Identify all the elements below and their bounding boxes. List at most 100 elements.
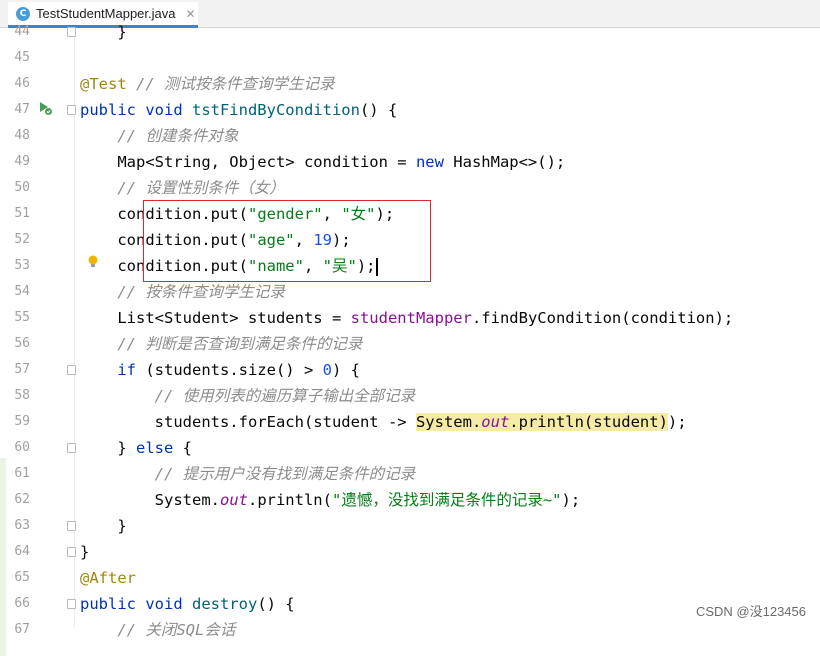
lightbulb-icon[interactable]	[88, 255, 98, 269]
code-token: }	[80, 439, 136, 457]
line-number: 50	[14, 180, 30, 195]
fold-marker-icon[interactable]	[67, 105, 76, 115]
code-token: 0	[322, 361, 332, 379]
code-token: public void	[80, 101, 192, 119]
run-test-icon[interactable]	[37, 100, 53, 116]
code-line[interactable]: 56 // 判断是否查询到满足条件的记录	[0, 331, 820, 357]
code-line[interactable]: 58 // 使用列表的遍历算子输出全部记录	[0, 383, 820, 409]
code-token: // 设置性别条件（女）	[80, 179, 285, 197]
code-line[interactable]: 47 public void tstFindByCondition() {	[0, 97, 820, 123]
code-text: public void destroy() {	[80, 591, 295, 617]
line-number: 67	[14, 622, 30, 637]
code-line[interactable]: 62 System.out.println("遗憾，没找到满足条件的记录~");	[0, 487, 820, 513]
code-token: ) {	[331, 361, 360, 379]
code-token: Map<String, Object> condition =	[80, 153, 416, 171]
line-number: 58	[14, 388, 30, 403]
code-token: if	[117, 361, 146, 379]
code-line[interactable]: 45	[0, 45, 820, 71]
line-number: 61	[14, 466, 30, 481]
code-token: // 判断是否查询到满足条件的记录	[80, 335, 363, 353]
fold-marker-icon[interactable]	[67, 547, 76, 557]
code-line[interactable]: 65 @After	[0, 565, 820, 591]
line-number: 47	[14, 102, 30, 117]
fold-marker-icon[interactable]	[67, 599, 76, 609]
code-token: .println(	[247, 491, 332, 509]
line-number: 57	[14, 362, 30, 377]
code-editor[interactable]: 44 } 45 46 @Test // 测试按条件查询学生记录 47 public voi…	[0, 23, 820, 639]
code-token: out	[481, 413, 510, 431]
code-line[interactable]: 55 List<Student> students = studentMappe…	[0, 305, 820, 331]
code-token: students.forEach(student ->	[80, 413, 416, 431]
code-token: System.	[415, 413, 482, 431]
code-token: () {	[359, 101, 398, 119]
code-token: List<Student> students =	[80, 309, 351, 327]
code-token: }	[80, 23, 127, 41]
line-number: 48	[14, 128, 30, 143]
code-token: System.	[80, 491, 220, 509]
code-line[interactable]: 57 if (students.size() > 0) {	[0, 357, 820, 383]
fold-marker-icon[interactable]	[67, 443, 76, 453]
line-number: 65	[14, 570, 30, 585]
code-token: "遗憾，没找到满足条件的记录~"	[331, 491, 562, 509]
line-number: 46	[14, 76, 30, 91]
code-line[interactable]: 59 students.forEach(student -> System.ou…	[0, 409, 820, 435]
code-token: // 关闭SQL会话	[80, 621, 236, 639]
code-text: }	[80, 19, 127, 45]
code-line[interactable]: 67 // 关闭SQL会话	[0, 617, 820, 643]
code-line[interactable]: 64}	[0, 539, 820, 565]
line-number: 53	[14, 258, 30, 273]
line-number: 54	[14, 284, 30, 299]
code-line[interactable]: 48 // 创建条件对象	[0, 123, 820, 149]
code-token: }	[80, 517, 127, 535]
code-token: }	[80, 543, 90, 561]
code-text: }	[80, 539, 89, 565]
code-line[interactable]: 61 // 提示用户没有找到满足条件的记录	[0, 461, 820, 487]
code-text: } else {	[80, 435, 192, 461]
line-number: 44	[14, 24, 30, 39]
line-number: 49	[14, 154, 30, 169]
code-token: );	[667, 413, 687, 431]
code-text: // 使用列表的遍历算子输出全部记录	[80, 383, 416, 409]
code-text: // 创建条件对象	[80, 123, 238, 149]
code-token: studentMapper	[350, 309, 472, 327]
code-line[interactable]: 44 }	[0, 19, 820, 45]
line-number: 59	[14, 414, 30, 429]
code-line[interactable]: 54 // 按条件查询学生记录	[0, 279, 820, 305]
line-number: 66	[14, 596, 30, 611]
code-line[interactable]: 49 Map<String, Object> condition = new H…	[0, 149, 820, 175]
code-text: @After	[80, 565, 136, 591]
code-text: // 设置性别条件（女）	[80, 175, 285, 201]
code-token: HashMap<>();	[453, 153, 566, 171]
fold-marker-icon[interactable]	[67, 27, 76, 37]
code-token: tstFindByCondition	[191, 101, 360, 119]
code-line[interactable]: 63 }	[0, 513, 820, 539]
line-number: 45	[14, 50, 30, 65]
line-number: 55	[14, 310, 30, 325]
highlight-box	[143, 200, 431, 282]
line-number: 56	[14, 336, 30, 351]
code-token: (students.size() >	[145, 361, 323, 379]
line-number: 63	[14, 518, 30, 533]
code-token: else	[136, 439, 183, 457]
code-line[interactable]: 46 @Test // 测试按条件查询学生记录	[0, 71, 820, 97]
code-line[interactable]: 50 // 设置性别条件（女）	[0, 175, 820, 201]
fold-marker-icon[interactable]	[67, 365, 76, 375]
line-number: 51	[14, 206, 30, 221]
code-token: @After	[80, 569, 136, 587]
code-token: .println(student)	[509, 413, 668, 431]
code-token: );	[561, 491, 581, 509]
code-token: // 创建条件对象	[80, 127, 239, 145]
code-text: @Test // 测试按条件查询学生记录	[80, 71, 335, 97]
fold-marker-icon[interactable]	[67, 521, 76, 531]
code-token: @Test	[80, 75, 127, 93]
line-number: 52	[14, 232, 30, 247]
code-token: // 使用列表的遍历算子输出全部记录	[80, 387, 416, 405]
code-token: out	[219, 491, 248, 509]
code-text: Map<String, Object> condition = new Hash…	[80, 149, 565, 175]
code-text: System.out.println("遗憾，没找到满足条件的记录~");	[80, 487, 581, 513]
code-token: public void	[80, 595, 192, 613]
code-line[interactable]: 60 } else {	[0, 435, 820, 461]
code-token: () {	[257, 595, 295, 613]
code-text: if (students.size() > 0) {	[80, 357, 360, 383]
